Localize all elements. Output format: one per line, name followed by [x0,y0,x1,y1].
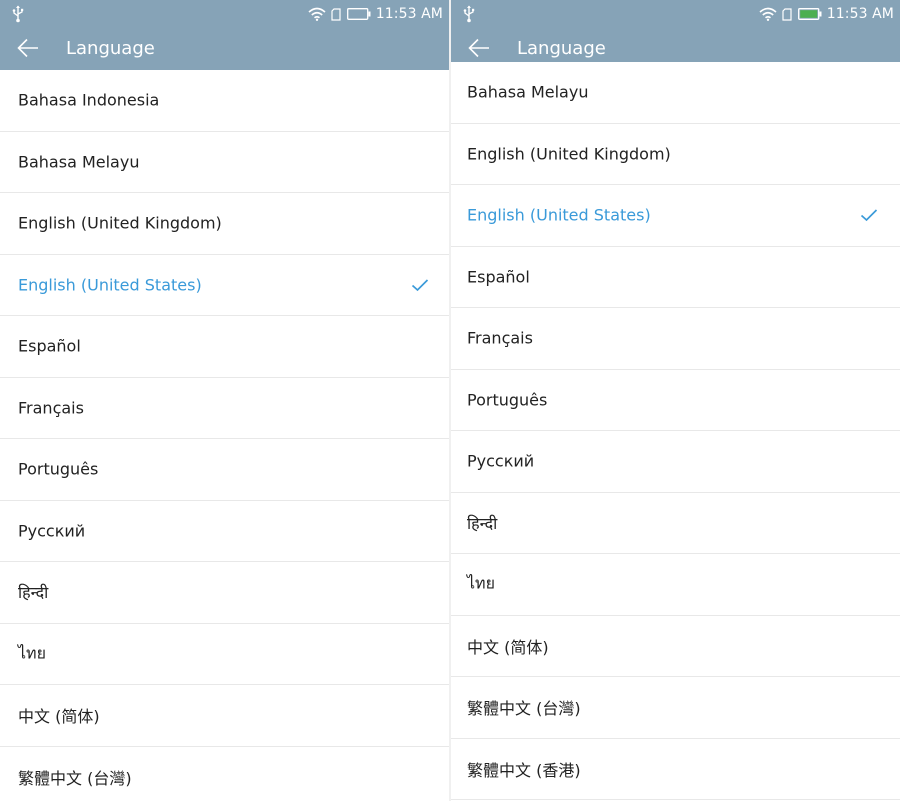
language-list: Bahasa Melayu English (United Kingdom) Eng… [451,62,900,800]
language-option[interactable]: Français [451,308,900,370]
language-option[interactable]: Français [0,377,449,439]
status-bar: 11:53 AM [0,0,449,27]
usb-icon [12,5,24,23]
language-option[interactable]: 中文 (简体) [0,685,449,747]
language-option-label: हिन्दी [467,513,498,533]
language-option-label: हिन्दी [18,583,49,603]
wifi-icon [308,7,326,21]
language-option-label: ไทย [18,643,46,663]
language-option[interactable]: 繁體中文 (香港) [451,738,900,800]
battery-icon [346,8,371,20]
checkmark-icon [860,209,878,222]
language-option-label: Bahasa Melayu [467,82,589,102]
language-list: Bahasa Indonesia Bahasa Melayu English (Un… [0,70,449,801]
language-option[interactable]: हिन्दी [451,492,900,554]
status-icons: 11:53 AM [759,4,894,24]
language-option[interactable]: Bahasa Melayu [0,131,449,193]
back-arrow-icon[interactable] [16,36,40,60]
language-option[interactable]: Bahasa Indonesia [0,70,449,132]
status-time: 11:53 AM [375,6,443,22]
status-bar: 11:53 AM [451,0,900,27]
language-option-label: Français [467,328,533,348]
language-option-label: ไทย [467,573,495,593]
language-option[interactable]: Português [0,439,449,501]
language-option[interactable]: हिन्दी [0,562,449,624]
language-option-label: 繁體中文 (香港) [467,760,581,780]
language-option[interactable]: Русский [0,500,449,562]
back-arrow-icon[interactable] [467,36,491,60]
language-option[interactable]: 繁體中文 (台灣) [451,677,900,739]
language-option-label: Español [18,336,81,356]
sim-card-icon [331,7,341,21]
language-option-label: 繁體中文 (台灣) [467,699,581,719]
language-option[interactable]: Português [451,369,900,431]
language-option[interactable]: Русский [451,431,900,493]
language-option[interactable]: English (United States) [451,185,900,247]
page-title: Language [517,38,606,59]
language-option[interactable]: Español [451,246,900,308]
language-option[interactable]: English (United States) [0,254,449,316]
language-option-label: English (United States) [18,275,202,295]
language-option-label: Français [18,398,84,418]
language-option[interactable]: Bahasa Melayu [451,62,900,124]
language-option-label: Русский [467,451,535,471]
language-option-label: Português [18,459,99,479]
language-option[interactable]: Español [0,316,449,378]
sim-card-icon [782,7,792,21]
toolbar: Language [0,27,449,70]
language-option-label: Bahasa Melayu [18,152,140,172]
language-option-label: 中文 (简体) [467,637,549,657]
status-icons: 11:53 AM [308,4,443,24]
page-title: Language [66,38,155,59]
app-header: 11:53 AM Language [451,0,900,70]
language-screen-right: 11:53 AM Language Bahasa Melayu English (… [451,0,900,801]
screenshot-comparison: 11:53 AM Language Bahasa Indonesia Bahasa… [0,0,900,801]
status-time: 11:53 AM [826,6,894,22]
language-option-label: Español [467,267,530,287]
language-option-label: Bahasa Indonesia [18,90,160,110]
language-option[interactable]: 中文 (简体) [451,615,900,677]
battery-icon [797,8,822,20]
language-option[interactable]: ไทย [451,554,900,616]
language-option-label: English (United Kingdom) [467,144,671,164]
language-option-label: 中文 (简体) [18,707,100,727]
checkmark-icon [411,279,429,291]
language-option[interactable]: English (United Kingdom) [0,193,449,255]
language-option-label: English (United States) [467,205,651,225]
language-option[interactable]: ไทย [0,623,449,685]
language-option-label: 繁體中文 (台灣) [18,768,132,788]
language-option-label: Português [467,390,548,410]
language-option-label: English (United Kingdom) [18,213,222,233]
app-header: 11:53 AM Language [0,0,449,70]
language-option[interactable]: English (United Kingdom) [451,123,900,185]
usb-icon [463,5,475,23]
language-screen-left: 11:53 AM Language Bahasa Indonesia Bahasa… [0,0,449,801]
language-option-label: Русский [18,521,86,541]
wifi-icon [759,7,777,21]
language-option[interactable]: 繁體中文 (台灣) [0,746,449,801]
